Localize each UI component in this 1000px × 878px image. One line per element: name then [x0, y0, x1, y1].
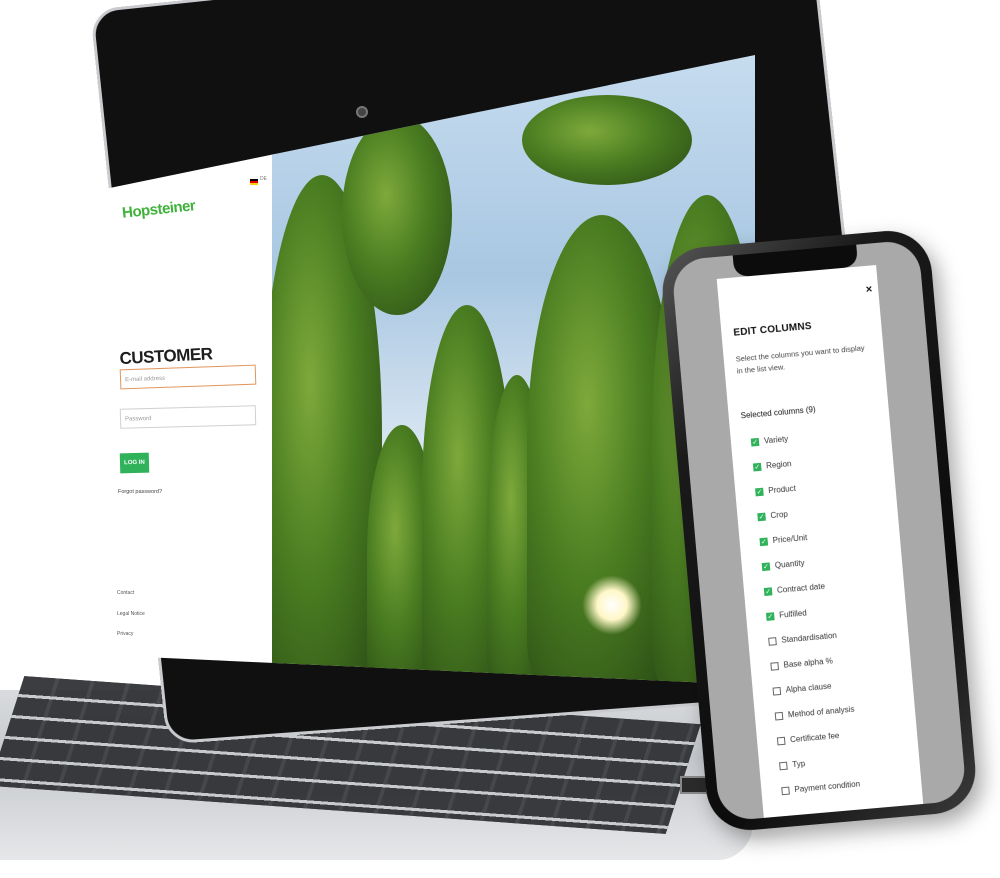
- usb-port: [680, 776, 708, 794]
- german-flag-icon[interactable]: [250, 179, 258, 185]
- checkbox-unchecked-icon[interactable]: [781, 786, 790, 795]
- phone-screen: × EDIT COLUMNS Select the columns you wa…: [670, 239, 968, 822]
- checkbox-checked-icon[interactable]: ✓: [763, 586, 773, 596]
- column-option-label: Alpha clause: [785, 681, 832, 695]
- phone-frame: × EDIT COLUMNS Select the columns you wa…: [659, 227, 979, 834]
- column-option-label: Quantity: [774, 558, 805, 570]
- column-option-label: Fulfilled: [778, 608, 808, 620]
- checkbox-unchecked-icon[interactable]: [768, 636, 777, 646]
- edit-columns-title: EDIT COLUMNS: [732, 320, 813, 339]
- checkbox-unchecked-icon[interactable]: [774, 711, 784, 721]
- privacy-link[interactable]: Privacy: [117, 631, 133, 637]
- column-option-label: Certificate fee: [789, 731, 840, 745]
- column-option-label: Crop: [770, 509, 789, 521]
- legal-notice-link[interactable]: Legal Notice: [117, 611, 145, 617]
- login-button[interactable]: LOG IN: [119, 452, 150, 474]
- column-option-label: Payment condition: [794, 779, 861, 795]
- column-option-label: Contract date: [776, 581, 826, 595]
- checkbox-checked-icon[interactable]: ✓: [752, 462, 762, 471]
- brand-logo: Hopsteiner: [121, 197, 197, 222]
- column-option-label: Variety: [763, 434, 789, 446]
- edit-columns-description: Select the columns you want to display i…: [735, 343, 865, 376]
- column-option-label: Region: [765, 459, 792, 471]
- password-field[interactable]: Password: [119, 405, 257, 429]
- checkbox-unchecked-icon[interactable]: [779, 761, 788, 770]
- checkbox-checked-icon[interactable]: ✓: [759, 537, 769, 546]
- selected-columns-count: Selected columns (9): [740, 404, 816, 421]
- column-option-label: Product: [767, 483, 797, 496]
- contact-link[interactable]: Contact: [117, 590, 134, 596]
- column-option-label: Method of analysis: [787, 704, 855, 720]
- checkbox-checked-icon[interactable]: ✓: [757, 512, 766, 521]
- language-label[interactable]: DE: [260, 176, 267, 182]
- checkbox-unchecked-icon[interactable]: [776, 736, 786, 745]
- camera-icon: [356, 106, 368, 118]
- checkbox-checked-icon[interactable]: ✓: [765, 611, 775, 621]
- column-option-label: Price/Unit: [772, 533, 808, 546]
- checkbox-unchecked-icon[interactable]: [772, 686, 782, 696]
- checkbox-unchecked-icon[interactable]: [770, 661, 779, 671]
- sun-flare: [582, 575, 642, 635]
- checkbox-checked-icon[interactable]: ✓: [761, 561, 771, 571]
- column-option-label: Base alpha %: [783, 656, 834, 670]
- email-field[interactable]: E-mail address: [119, 364, 257, 390]
- close-icon[interactable]: ×: [865, 283, 872, 296]
- forgot-password-link[interactable]: Forgot password?: [118, 489, 162, 495]
- checkbox-checked-icon[interactable]: ✓: [755, 487, 764, 496]
- column-list: ✓ Variety ✓ Region ✓ Product ✓ Crop ✓ Price/Unit ✓…: [750, 417, 922, 803]
- checkbox-checked-icon[interactable]: ✓: [750, 437, 760, 447]
- edit-columns-panel: × EDIT COLUMNS Select the columns you wa…: [716, 265, 924, 822]
- column-option-label: Standardisation: [781, 630, 838, 645]
- column-option-label: Typ: [791, 759, 806, 770]
